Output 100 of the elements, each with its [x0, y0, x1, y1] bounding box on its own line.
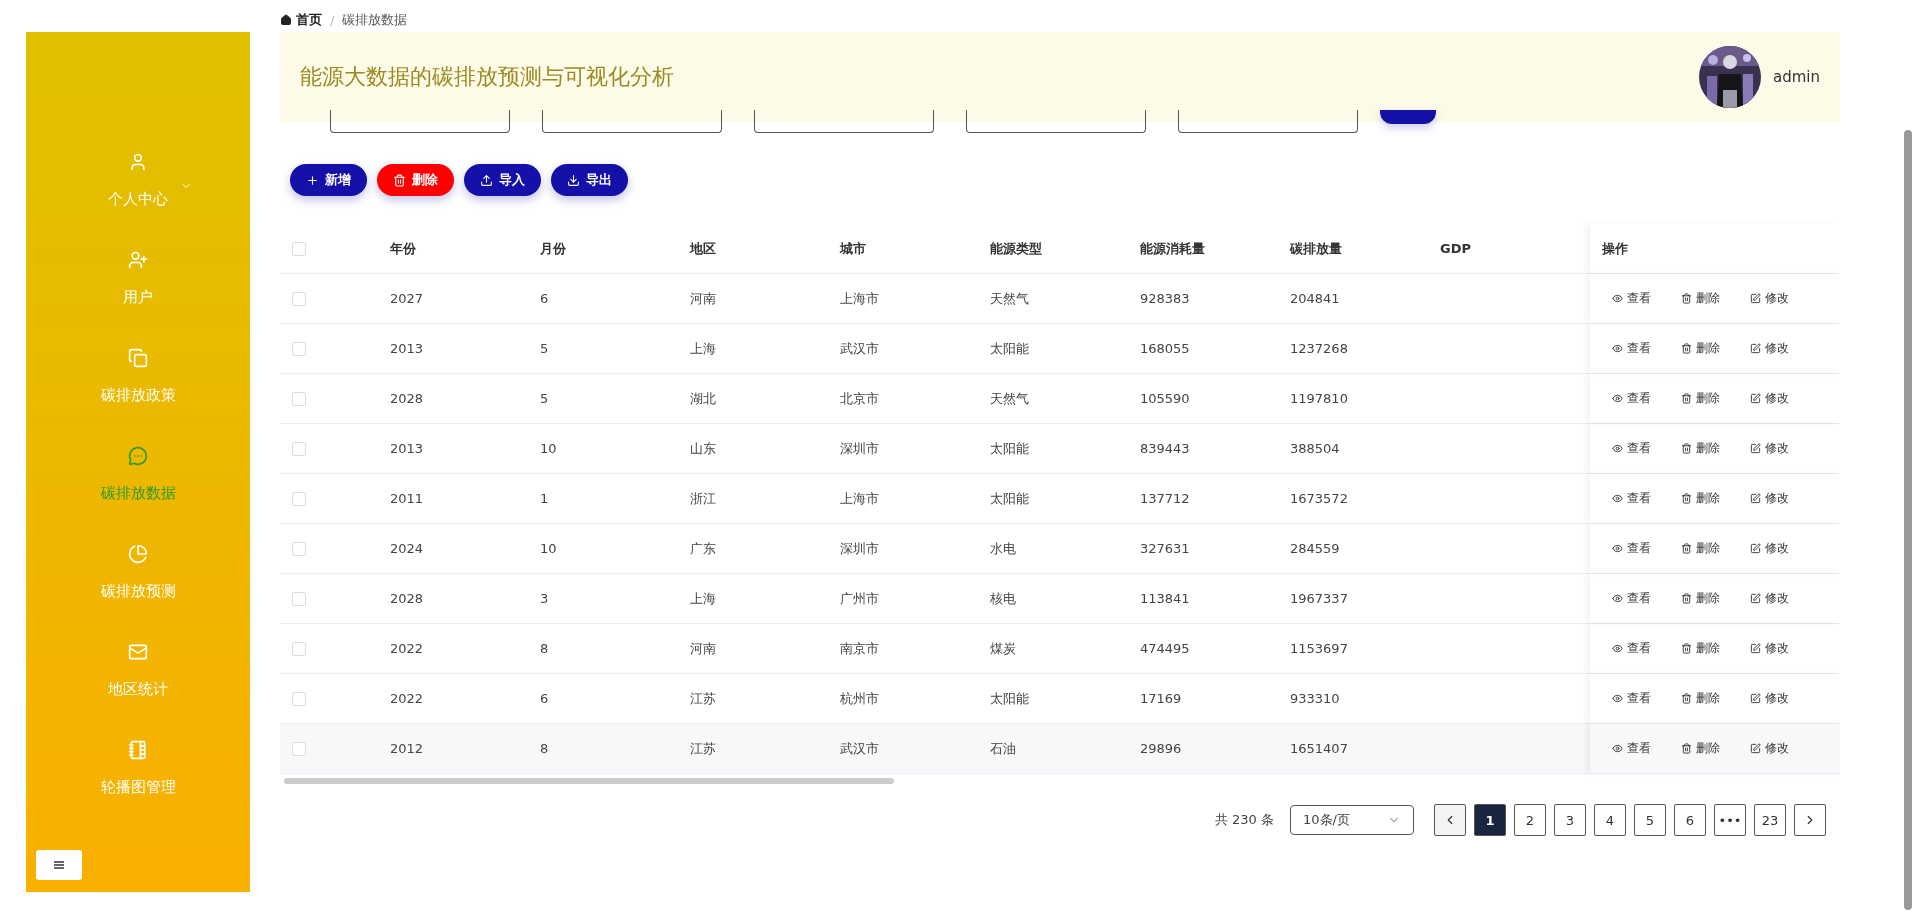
page-button[interactable]: 5: [1634, 804, 1666, 836]
table-cell-text: 太阳能: [990, 489, 1030, 508]
action-link[interactable]: 修改: [1750, 440, 1789, 457]
scrollbar[interactable]: [1904, 130, 1912, 910]
action-link[interactable]: 查看: [1612, 390, 1651, 407]
action-link[interactable]: 修改: [1750, 340, 1789, 357]
checkbox[interactable]: [292, 291, 306, 306]
action-link[interactable]: 查看: [1612, 540, 1651, 557]
chat-icon: [128, 446, 148, 466]
table-cell-text: 1651407: [1290, 741, 1349, 756]
checkbox[interactable]: [292, 541, 306, 556]
action-link[interactable]: 查看: [1612, 740, 1651, 757]
action-link[interactable]: 修改: [1750, 290, 1789, 307]
action-link[interactable]: 修改: [1750, 390, 1789, 407]
table-cell-text: 204841: [1290, 291, 1341, 306]
checkbox[interactable]: [292, 591, 306, 606]
scrollbar[interactable]: [284, 778, 894, 784]
checkbox[interactable]: [292, 241, 306, 256]
action-link[interactable]: 删除: [1681, 740, 1720, 757]
trash-icon: [1681, 693, 1692, 704]
action-link[interactable]: 删除: [1681, 340, 1720, 357]
search-field[interactable]: [542, 110, 722, 133]
table-cell-text: 2013: [390, 441, 425, 456]
checkbox[interactable]: [292, 341, 306, 356]
action-link[interactable]: 查看: [1612, 490, 1651, 507]
search-button[interactable]: [1380, 110, 1436, 124]
checkbox[interactable]: [292, 691, 306, 706]
action-link[interactable]: 修改: [1750, 740, 1789, 757]
table-cell-text: 2028: [390, 591, 425, 606]
toolbar-button[interactable]: 导出: [551, 164, 628, 196]
action-link[interactable]: 删除: [1681, 540, 1720, 557]
toolbar-button[interactable]: 导入: [464, 164, 541, 196]
page-size-select[interactable]: 10条/页: [1290, 805, 1414, 835]
page-button[interactable]: 4: [1594, 804, 1626, 836]
table-cell-text: 933310: [1290, 691, 1341, 706]
checkbox[interactable]: [292, 641, 306, 656]
edit-icon: [1750, 493, 1761, 504]
home-icon: [280, 14, 292, 26]
table-cell-text: 2012: [390, 741, 425, 756]
action-link[interactable]: 删除: [1681, 640, 1720, 657]
copy-icon: [128, 348, 148, 368]
checkbox[interactable]: [292, 491, 306, 506]
column-header: 月份: [540, 239, 567, 258]
breadcrumb-link[interactable]: 首页: [280, 11, 322, 29]
collapse-button[interactable]: [36, 850, 82, 880]
user-icon: [128, 152, 148, 172]
page-button[interactable]: •••: [1714, 804, 1746, 836]
table-cell-text: 水电: [990, 539, 1017, 558]
search-field[interactable]: [754, 110, 934, 133]
action-link[interactable]: 删除: [1681, 690, 1720, 707]
table-cell-text: 29896: [1140, 741, 1183, 756]
action-link[interactable]: 删除: [1681, 390, 1720, 407]
table-cell-text: 388504: [1290, 441, 1341, 456]
page-button[interactable]: 2: [1514, 804, 1546, 836]
action-link[interactable]: 修改: [1750, 490, 1789, 507]
page-button[interactable]: 1: [1474, 804, 1506, 836]
table-cell-text: 8: [540, 641, 550, 656]
action-link[interactable]: 修改: [1750, 540, 1789, 557]
action-link[interactable]: 修改: [1750, 640, 1789, 657]
toolbar-button[interactable]: 删除: [377, 164, 454, 196]
action-link[interactable]: 查看: [1612, 290, 1651, 307]
table-cell-text: 深圳市: [840, 439, 880, 458]
action-link[interactable]: 修改: [1750, 590, 1789, 607]
table-cell-text: 南京市: [840, 639, 880, 658]
table-cell-text: 6: [540, 691, 550, 706]
checkbox[interactable]: [292, 391, 306, 406]
action-link[interactable]: 查看: [1612, 590, 1651, 607]
action-link[interactable]: 删除: [1681, 490, 1720, 507]
table-cell-text: 武汉市: [840, 339, 880, 358]
search-field[interactable]: [966, 110, 1146, 133]
edit-icon: [1750, 743, 1761, 754]
eye-icon: [1612, 443, 1623, 454]
action-link[interactable]: 删除: [1681, 440, 1720, 457]
search-field[interactable]: [1178, 110, 1358, 133]
table-cell-text: 2011: [390, 491, 425, 506]
pie-chart-icon: [128, 544, 148, 564]
checkbox[interactable]: [292, 441, 306, 456]
page-button[interactable]: 23: [1754, 804, 1786, 836]
column-header: 年份: [390, 239, 417, 258]
table-cell-text: 天然气: [990, 289, 1030, 308]
prev-page-button[interactable]: [1434, 804, 1466, 836]
page-button[interactable]: 6: [1674, 804, 1706, 836]
action-link[interactable]: 查看: [1612, 440, 1651, 457]
action-link[interactable]: 删除: [1681, 590, 1720, 607]
search-field[interactable]: [330, 110, 510, 133]
checkbox[interactable]: [292, 741, 306, 756]
page-button[interactable]: 3: [1554, 804, 1586, 836]
eye-icon: [1612, 543, 1623, 554]
action-link[interactable]: 删除: [1681, 290, 1720, 307]
table-cell-text: 武汉市: [840, 739, 880, 758]
next-page-button[interactable]: [1794, 804, 1826, 836]
action-link[interactable]: 查看: [1612, 690, 1651, 707]
table-cell-text: 核电: [990, 589, 1017, 608]
toolbar-button[interactable]: 新增: [290, 164, 367, 196]
action-link[interactable]: 修改: [1750, 690, 1789, 707]
breadcrumb-link[interactable]: 碳排放数据: [342, 11, 408, 29]
table-cell-text: 石油: [990, 739, 1017, 758]
action-link[interactable]: 查看: [1612, 640, 1651, 657]
action-link[interactable]: 查看: [1612, 340, 1651, 357]
table-cell-text: 杭州市: [840, 689, 880, 708]
